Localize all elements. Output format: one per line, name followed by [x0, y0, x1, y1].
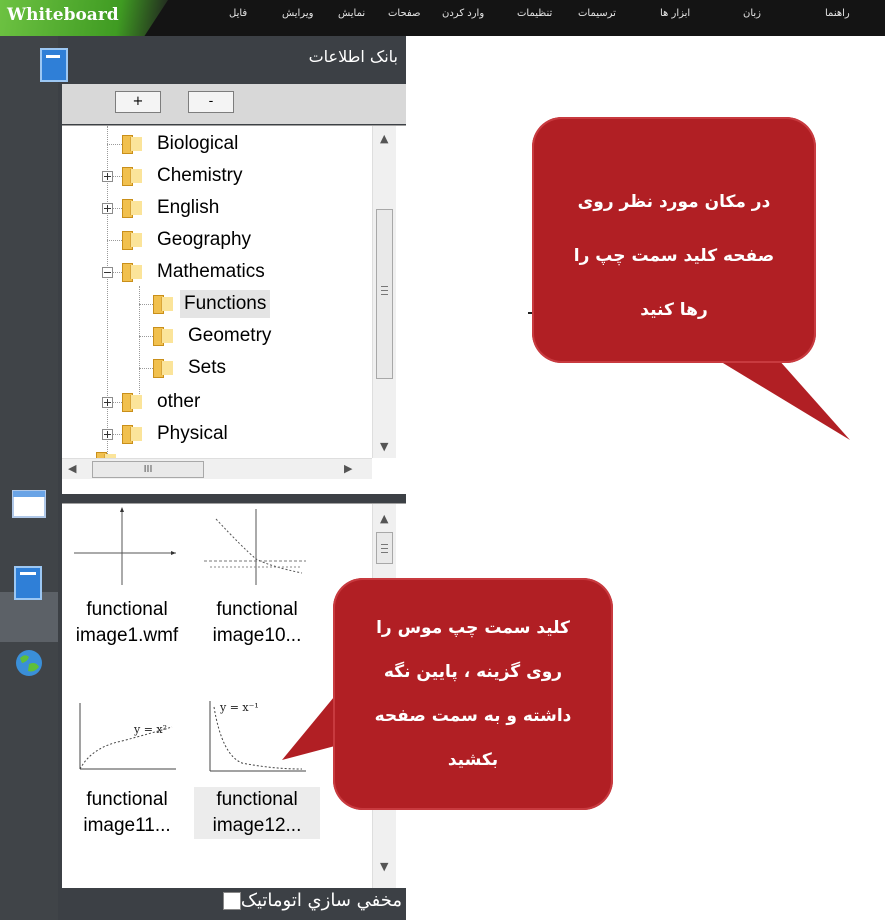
callout-line: در مکان مورد نظر روی — [577, 192, 771, 212]
callout-line: داشته و به سمت صفحه — [374, 706, 572, 726]
callout-line: صفحه کلید سمت چپ را — [573, 246, 775, 266]
bottom-callout: کلید سمت چپ موس را روی گزینه ، پایین نگه… — [333, 578, 613, 810]
callout-line: کلید سمت چپ موس را — [376, 618, 570, 638]
top-callout-tail — [718, 350, 850, 440]
top-callout: در مکان مورد نظر روی صفحه کلید سمت چپ را… — [532, 117, 816, 363]
callout-line: بکشید — [447, 750, 499, 770]
callout-line: روی گزینه ، پایین نگه — [383, 662, 563, 682]
callout-line: رها کنید — [640, 300, 708, 320]
